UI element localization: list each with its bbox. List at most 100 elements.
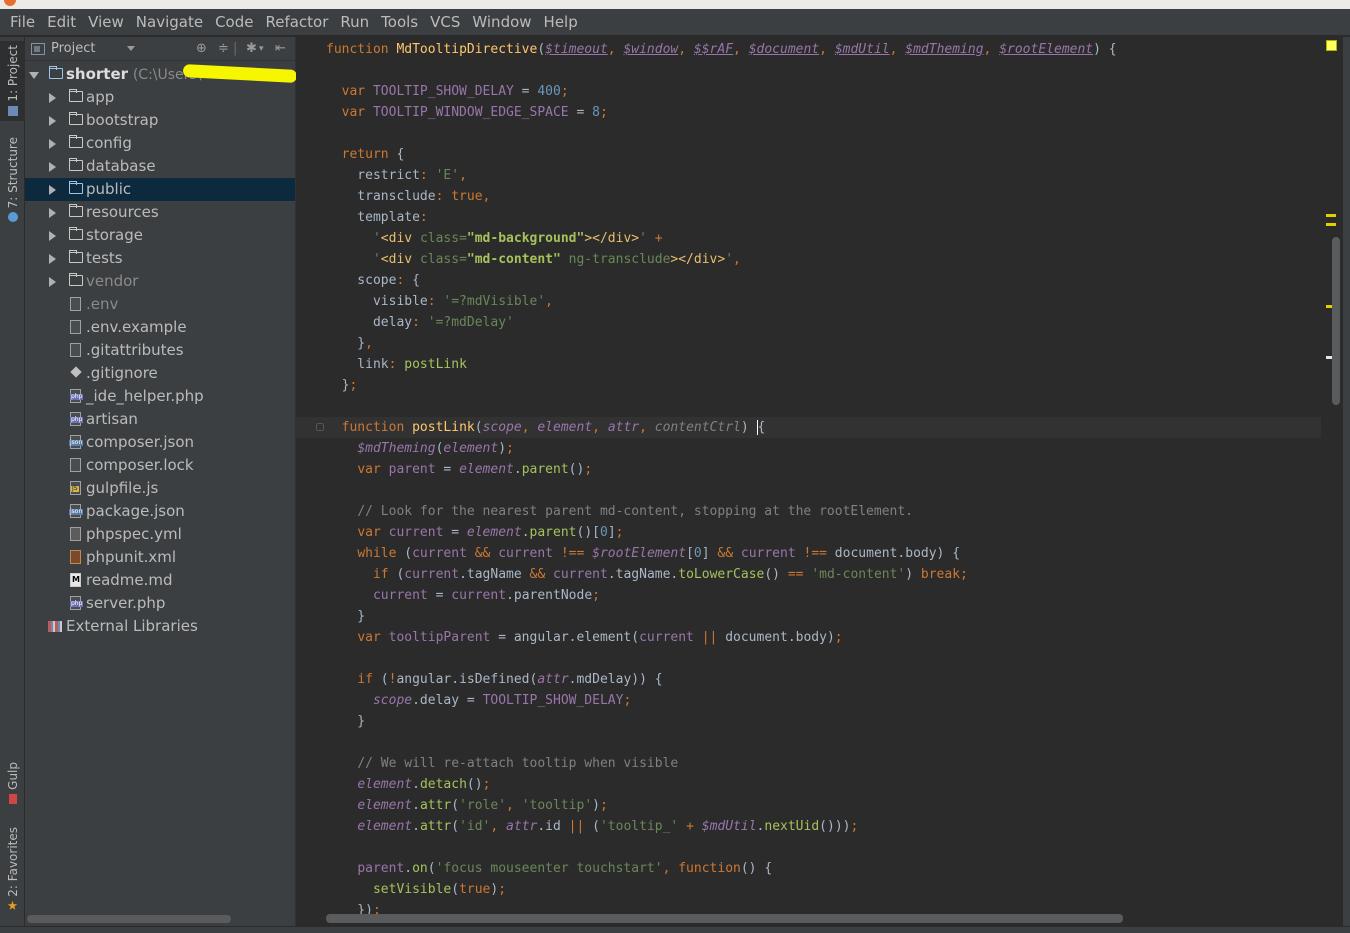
editor-horizontal-scrollbar[interactable] xyxy=(326,914,1123,923)
menu-code[interactable]: Code xyxy=(209,9,259,36)
tab-favorites[interactable]: 2: Favorites xyxy=(0,827,25,917)
menu-navigate[interactable]: Navigate xyxy=(130,9,209,36)
code-line: } xyxy=(326,609,366,624)
tree-file[interactable]: .gitattributes xyxy=(25,339,295,362)
tree-folder[interactable]: app xyxy=(25,86,295,109)
tree-item-label: _ide_helper.php xyxy=(86,387,204,405)
menu-view[interactable]: View xyxy=(82,9,130,36)
menu-window[interactable]: Window xyxy=(466,9,537,36)
tab-structure-label: 7: Structure xyxy=(5,137,20,209)
menu-refactor[interactable]: Refactor xyxy=(259,9,334,36)
md-file-icon xyxy=(70,573,81,587)
tree-file[interactable]: phpunit.xml xyxy=(25,546,295,569)
code-line: element.detach(); xyxy=(357,777,491,792)
expand-arrow-icon[interactable] xyxy=(29,72,39,79)
code-area[interactable]: function MdTooltipDirective($timeout, $w… xyxy=(296,39,1321,921)
tab-gulp[interactable]: Gulp xyxy=(0,762,25,812)
menu-file[interactable]: File xyxy=(4,9,41,36)
expand-arrow-icon[interactable] xyxy=(49,185,56,195)
expand-arrow-icon[interactable] xyxy=(49,254,56,264)
tree-item-label: app xyxy=(86,88,115,106)
tree-file[interactable]: readme.md xyxy=(25,569,295,592)
tree-file[interactable]: server.php xyxy=(25,592,295,615)
warning-marker[interactable] xyxy=(1326,223,1336,226)
sync-icon[interactable]: ⊕ xyxy=(196,41,207,56)
expand-arrow-icon[interactable] xyxy=(49,208,56,218)
tree-folder[interactable]: resources xyxy=(25,201,295,224)
folder-icon xyxy=(68,204,83,217)
tree-file[interactable]: composer.json xyxy=(25,431,295,454)
code-line: var parent = element.parent(); xyxy=(357,462,593,477)
code-line: // Look for the nearest parent md-conten… xyxy=(357,504,914,519)
project-view-selector[interactable]: Project xyxy=(51,41,95,56)
tree-file[interactable]: .gitignore xyxy=(25,362,295,385)
code-line: element.attr('id', attr.id || ('tooltip_… xyxy=(357,819,859,834)
code-line: var TOOLTIP_SHOW_DELAY = 400; xyxy=(341,84,569,99)
collapse-all-icon[interactable]: ≑ xyxy=(218,41,229,56)
error-stripe xyxy=(1321,37,1350,933)
code-line: link: postLink xyxy=(326,357,467,372)
php-file-icon xyxy=(70,389,84,403)
tab-structure[interactable]: 7: Structure xyxy=(0,137,25,227)
tree-external-libraries[interactable]: External Libraries xyxy=(25,615,295,638)
code-line: scope: { xyxy=(326,273,420,288)
code-line: var current = element.parent()[0]; xyxy=(357,525,624,540)
tree-item-label: artisan xyxy=(86,410,138,428)
star-icon xyxy=(7,900,18,910)
tree-file[interactable]: _ide_helper.php xyxy=(25,385,295,408)
tree-file[interactable]: composer.lock xyxy=(25,454,295,477)
tree-folder[interactable]: storage xyxy=(25,224,295,247)
code-line: scope.delay = TOOLTIP_SHOW_DELAY; xyxy=(372,693,632,708)
menu-tools[interactable]: Tools xyxy=(375,9,424,36)
expand-arrow-icon[interactable] xyxy=(49,93,56,103)
expand-arrow-icon[interactable] xyxy=(49,277,56,287)
tree-file[interactable]: artisan xyxy=(25,408,295,431)
chevron-down-icon[interactable] xyxy=(127,46,135,51)
expand-arrow-icon[interactable] xyxy=(49,139,56,149)
gear-icon[interactable]: ✱ xyxy=(246,41,257,56)
expand-arrow-icon[interactable] xyxy=(49,162,56,172)
menu-edit[interactable]: Edit xyxy=(41,9,82,36)
root-name: shorter xyxy=(66,65,129,83)
tree-folder[interactable]: database xyxy=(25,155,295,178)
tree-item-label: bootstrap xyxy=(86,111,159,129)
fold-marker-icon[interactable] xyxy=(316,423,324,431)
warning-marker[interactable] xyxy=(1326,214,1336,217)
code-line: // We will re-attach tooltip when visibl… xyxy=(357,756,679,771)
tree-item-label: server.php xyxy=(86,594,166,612)
tree-item-label: readme.md xyxy=(86,571,173,589)
tree-file[interactable]: .env xyxy=(25,293,295,316)
tree-folder[interactable]: bootstrap xyxy=(25,109,295,132)
project-icon xyxy=(7,105,18,116)
tree-folder[interactable]: tests xyxy=(25,247,295,270)
hide-panel-icon[interactable]: ⇤ xyxy=(275,41,286,56)
code-editor[interactable]: function MdTooltipDirective($timeout, $w… xyxy=(296,37,1321,933)
gear-dropdown-icon[interactable]: ▾ xyxy=(259,44,264,54)
text-file-icon xyxy=(70,343,81,357)
inspection-status-icon[interactable] xyxy=(1326,40,1337,51)
code-line: template: xyxy=(326,210,428,225)
tree-folder[interactable]: public xyxy=(25,178,295,201)
folder-icon xyxy=(68,158,83,171)
code-line: function MdTooltipDirective($timeout, $w… xyxy=(326,42,1117,57)
menu-vcs[interactable]: VCS xyxy=(424,9,466,36)
code-line: while (current && current !== $rootEleme… xyxy=(357,546,961,561)
project-horizontal-scrollbar[interactable] xyxy=(27,915,231,923)
tree-folder[interactable]: vendor xyxy=(25,270,295,293)
tree-file[interactable]: phpspec.yml xyxy=(25,523,295,546)
root-label: shorter (C:\Users\ xyxy=(66,63,201,87)
tree-folder[interactable]: config xyxy=(25,132,295,155)
tree-file[interactable]: .env.example xyxy=(25,316,295,339)
tree-file[interactable]: gulpfile.js xyxy=(25,477,295,500)
code-line: } xyxy=(326,714,366,729)
tree-item-label: phpspec.yml xyxy=(86,525,182,543)
tab-project[interactable]: 1: Project xyxy=(0,41,25,121)
menu-help[interactable]: Help xyxy=(538,9,584,36)
expand-arrow-icon[interactable] xyxy=(49,231,56,241)
editor-vertical-scrollbar[interactable] xyxy=(1332,237,1340,405)
menu-run[interactable]: Run xyxy=(334,9,375,36)
expand-arrow-icon[interactable] xyxy=(49,116,56,126)
tree-file[interactable]: package.json xyxy=(25,500,295,523)
library-icon xyxy=(48,621,62,632)
